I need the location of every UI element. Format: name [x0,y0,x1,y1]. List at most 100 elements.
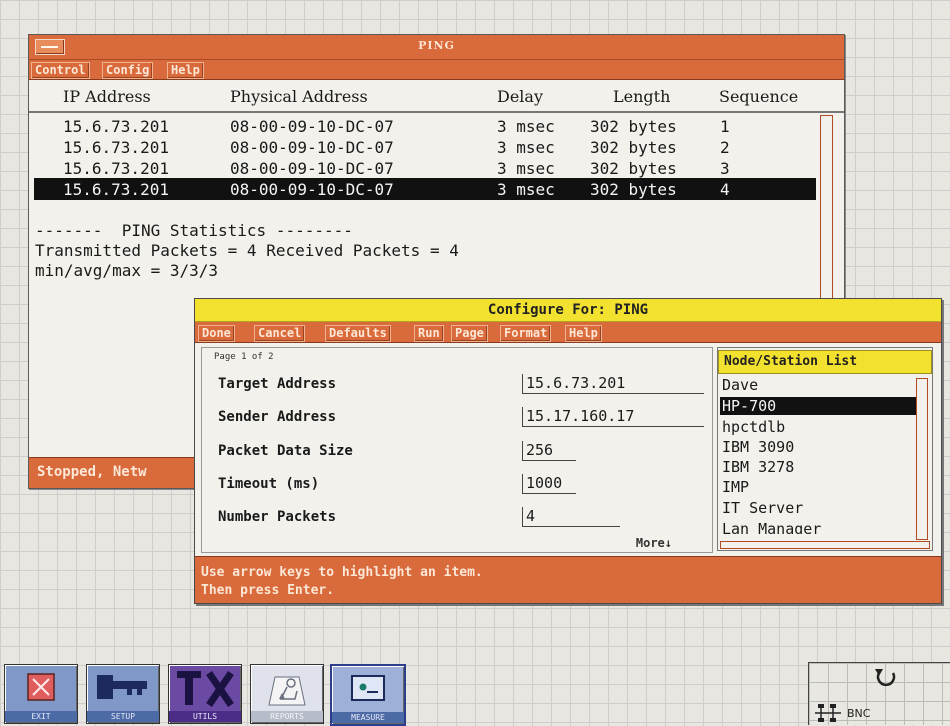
cell-ip: 15.6.73.201 [63,138,169,157]
number-packets-field[interactable]: 4 [522,507,620,527]
table-row-selected[interactable]: 15.6.73.201 08-00-09-10-DC-07 3 msec 302… [34,178,816,200]
list-item[interactable]: hpctdlb [720,418,916,436]
menu-run[interactable]: Run [414,325,444,342]
tools-icon [177,671,234,707]
label-sender-address: Sender Address [218,409,337,425]
menu-defaults[interactable]: Defaults [325,325,391,342]
exit-button[interactable]: EXIT [4,664,78,724]
cell-length: 302 bytes [590,138,677,157]
cell-delay: 3 msec [497,180,555,199]
list-title-text: Node/Station List [724,354,858,369]
ping-results-list: 15.6.73.201 08-00-09-10-DC-07 3 msec 302… [29,115,844,205]
list-item-selected[interactable]: HP-700 [720,397,916,415]
ping-statistics: ------- PING Statistics -------- Transmit… [35,221,459,281]
configure-menu-bar: Done Cancel Defaults Run Page Format Hel… [195,322,941,343]
ping-table-header: IP Address Physical Address Delay Length… [29,81,844,113]
cell-mac: 08-00-09-10-DC-07 [230,180,394,199]
setup-label: SETUP [87,711,159,722]
stats-header: ------- PING Statistics -------- [35,221,353,240]
list-item[interactable]: Dave [720,376,916,394]
exit-label: EXIT [5,711,77,722]
menu-format[interactable]: Format [500,325,552,342]
configure-help-bar: Use arrow keys to highlight an item. The… [195,556,941,603]
menu-control[interactable]: Control [31,62,90,79]
cell-length: 302 bytes [590,117,677,136]
bnc-label: BNC [847,707,871,720]
utils-button[interactable]: UTILS [168,664,242,724]
network-status-widget: BNC [808,662,950,725]
column-length[interactable]: Length [613,87,670,106]
cell-delay: 3 msec [497,159,555,178]
table-row[interactable]: 15.6.73.201 08-00-09-10-DC-07 3 msec 302… [34,136,816,158]
stats-min-avg-max: min/avg/max = 3/3/3 [35,261,219,280]
cell-ip: 15.6.73.201 [63,117,169,136]
cell-mac: 08-00-09-10-DC-07 [230,159,394,178]
table-row[interactable]: 15.6.73.201 08-00-09-10-DC-07 3 msec 302… [34,157,816,179]
cell-seq: 1 [720,117,730,136]
setup-button[interactable]: SETUP [86,664,160,724]
ping-menu-bar: Control Config Help [29,60,844,80]
table-row[interactable]: 15.6.73.201 08-00-09-10-DC-07 3 msec 302… [34,115,816,137]
list-item[interactable]: IBM 3090 [720,438,916,456]
configure-title-bar[interactable]: Configure For: PING [195,299,941,322]
cell-seq: 3 [720,159,730,178]
cell-length: 302 bytes [590,180,677,199]
column-ip-address[interactable]: IP Address [63,87,151,106]
column-sequence[interactable]: Sequence [719,87,798,106]
measure-button[interactable]: MEASURE [330,664,406,726]
configure-dialog: Configure For: PING Done Cancel Defaults… [194,298,942,604]
configure-title: Configure For: PING [487,302,649,318]
stats-transmitted: Transmitted Packets = 4 Received Packets… [35,241,459,260]
cell-delay: 3 msec [497,138,555,157]
menu-cancel[interactable]: Cancel [254,325,306,342]
list-item[interactable]: IT Server [720,499,916,517]
cell-seq: 4 [720,180,730,199]
column-physical-address[interactable]: Physical Address [230,87,368,106]
sender-address-field[interactable]: 15.17.160.17 [522,407,704,427]
cell-ip: 15.6.73.201 [63,180,169,199]
menu-help[interactable]: Help [565,325,602,342]
column-delay[interactable]: Delay [497,87,543,106]
menu-config[interactable]: Config [102,62,154,79]
menu-help[interactable]: Help [167,62,204,79]
menu-page[interactable]: Page [451,325,488,342]
reports-button[interactable]: REPORTS [250,664,324,724]
target-address-field[interactable]: 15.6.73.201 [522,374,704,394]
key-icon [97,675,147,699]
status-text: Stopped, Netw [37,464,147,480]
label-packet-data-size: Packet Data Size [218,443,353,459]
reports-icon [268,676,306,706]
node-station-list: Node/Station List Dave HP-700 hpctdlb IB… [717,347,933,551]
exit-icon [27,673,55,701]
cell-mac: 08-00-09-10-DC-07 [230,138,394,157]
utils-label: UTILS [169,711,241,722]
packet-data-size-field[interactable]: 256 [522,441,576,461]
label-number-packets: Number Packets [218,509,337,525]
list-item[interactable]: Lan Manager [720,520,916,534]
menu-done[interactable]: Done [198,325,235,342]
timeout-field[interactable]: 1000 [522,474,576,494]
reports-label: REPORTS [251,711,323,722]
page-indicator: Page 1 of 2 [214,352,274,362]
configure-form: Page 1 of 2 Target Address 15.6.73.201 S… [201,347,713,553]
help-line-1: Use arrow keys to highlight an item. [201,565,483,580]
cell-seq: 2 [720,138,730,157]
list-item[interactable]: IBM 3278 [720,458,916,476]
refresh-icon[interactable] [871,665,901,691]
more-indicator[interactable]: More↓ [636,536,672,550]
measure-label: MEASURE [332,712,404,723]
list-item[interactable]: IMP [720,478,916,496]
node-station-list-title: Node/Station List [718,350,932,374]
cell-ip: 15.6.73.201 [63,159,169,178]
network-topology-icon [815,704,841,722]
cell-length: 302 bytes [590,159,677,178]
list-vertical-scrollbar[interactable] [916,378,928,540]
list-horizontal-scrollbar[interactable] [720,541,930,549]
label-target-address: Target Address [218,376,337,392]
cell-delay: 3 msec [497,117,555,136]
ping-title-bar[interactable]: PING [29,35,844,60]
ping-status-bar: Stopped, Netw [29,457,199,488]
ping-window-title: PING [418,39,455,52]
measure-icon [351,675,385,701]
label-timeout: Timeout (ms) [218,476,320,492]
